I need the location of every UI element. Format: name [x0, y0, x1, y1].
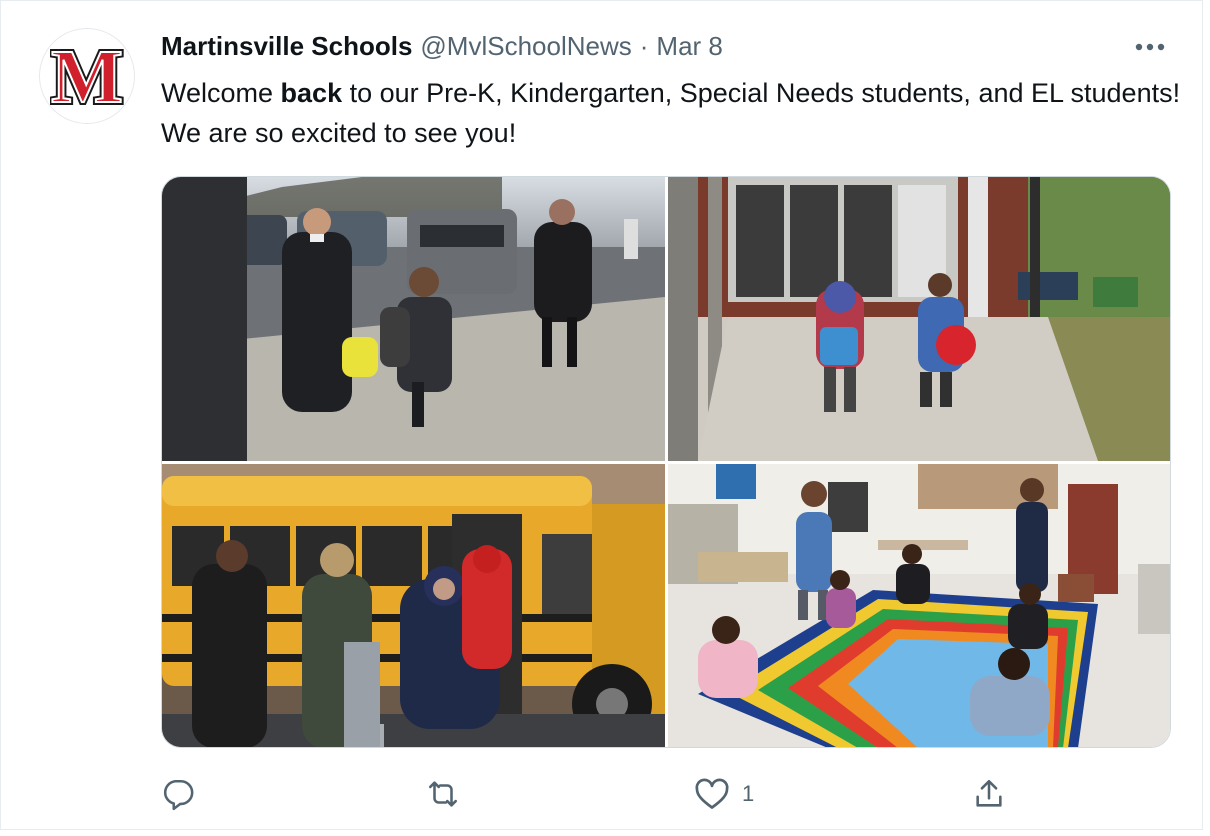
like-button[interactable]: 1 [694, 771, 754, 817]
author-handle[interactable]: @MvlSchoolNews [420, 31, 631, 62]
retweet-icon [428, 781, 458, 807]
avatar[interactable]: M M [39, 28, 135, 124]
action-bar: 1 [161, 771, 1021, 817]
tweet-date[interactable]: Mar 8 [656, 31, 722, 62]
share-icon [976, 779, 1002, 807]
tweet-card[interactable]: M M Martinsville Schools @MvlSchoolNews … [0, 0, 1203, 830]
author-name[interactable]: Martinsville Schools [161, 31, 412, 62]
photo-classroom-rug[interactable] [668, 464, 1170, 747]
reply-icon [163, 779, 194, 811]
photo-school-bus[interactable] [162, 464, 665, 747]
school-logo-icon: M M [50, 44, 124, 108]
like-icon [695, 778, 729, 809]
separator-dot: · [639, 31, 649, 61]
logo-letter: M [51, 44, 123, 108]
more-options-button[interactable] [1132, 33, 1168, 61]
reply-button[interactable] [161, 771, 195, 817]
photo-school-entrance[interactable] [668, 177, 1170, 461]
tweet-text: Welcome back to our Pre-K, Kindergarten,… [161, 73, 1181, 153]
tweet-text-bold: back [280, 78, 343, 108]
more-horizontal-icon [1135, 43, 1165, 51]
like-count: 1 [742, 781, 755, 806]
tweet-text-start: Welcome [161, 78, 281, 108]
media-grid [161, 176, 1171, 748]
tweet-header: Martinsville Schools @MvlSchoolNews · Ma… [161, 31, 1142, 67]
retweet-button[interactable] [424, 771, 462, 817]
photo-parking-lot[interactable] [162, 177, 665, 461]
share-button[interactable] [972, 771, 1006, 817]
